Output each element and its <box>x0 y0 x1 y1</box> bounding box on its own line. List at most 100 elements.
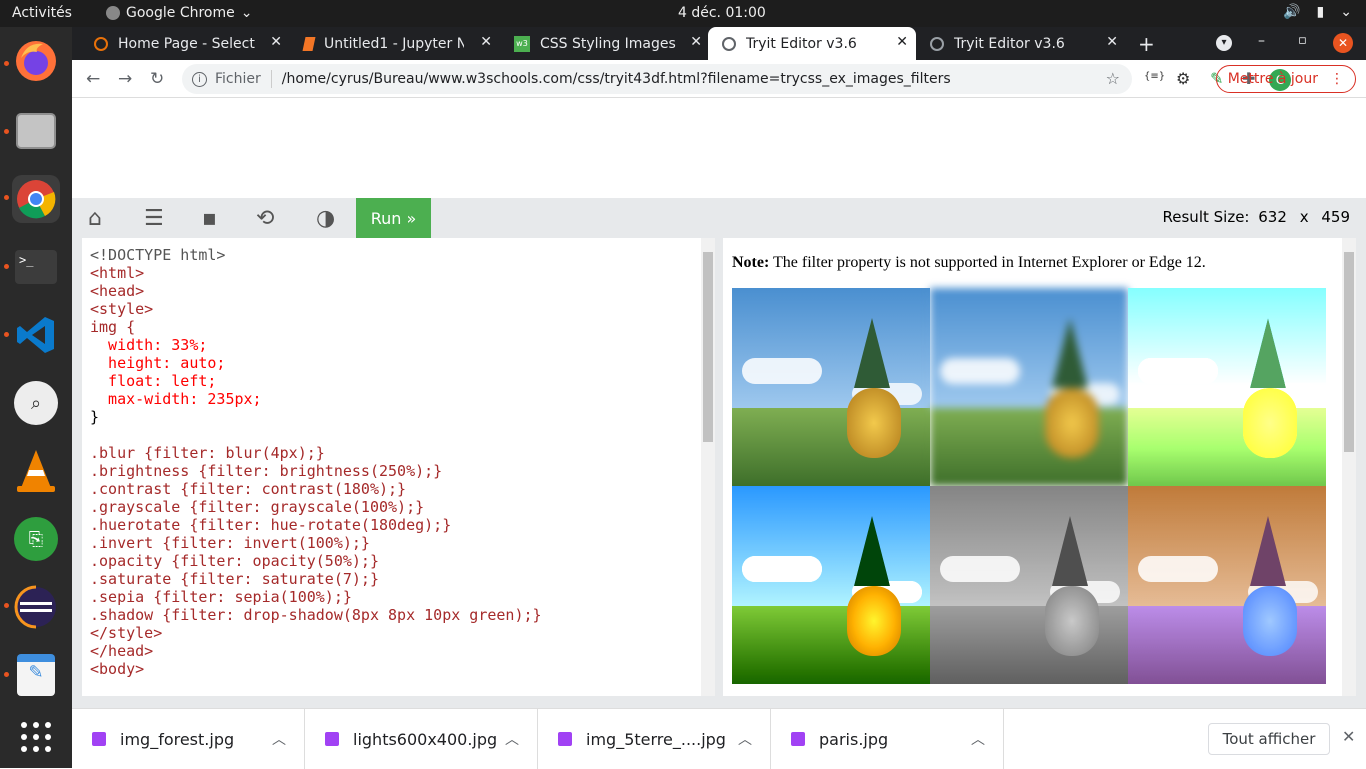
download-item[interactable]: lights600x400.jpg ︿ <box>305 709 538 769</box>
files-icon[interactable] <box>12 107 60 155</box>
tab-css-styling-images[interactable]: w3 CSS Styling Images ✕ <box>500 27 710 60</box>
globe-icon <box>930 36 944 51</box>
code-line: img { <box>90 318 136 336</box>
chrome-icon[interactable] <box>12 175 60 223</box>
code-line: float: left; <box>90 372 217 390</box>
url-field[interactable]: i Fichier /home/cyrus/Bureau/www.w3schoo… <box>182 64 1132 94</box>
code-line: .invert {filter: invert(100%);} <box>90 534 370 552</box>
pineapple-image-contrast <box>732 486 930 684</box>
update-label: Mettre à jour <box>1227 71 1318 87</box>
chevron-up-icon[interactable]: ︿ <box>738 729 752 749</box>
clock[interactable]: 4 déc. 01:00 <box>678 5 766 21</box>
save-icon[interactable]: ▪ <box>202 206 217 231</box>
new-tab-button[interactable]: + <box>1138 32 1155 56</box>
scrollbar-thumb[interactable] <box>1344 252 1354 452</box>
image-file-icon <box>325 732 339 746</box>
tab-search-icon[interactable]: ▾ <box>1216 35 1232 51</box>
code-editor[interactable]: <!DOCTYPE html> <html> <head> <style> img { … <box>82 238 715 696</box>
chevron-up-icon[interactable]: ︿ <box>272 729 286 749</box>
system-tray[interactable]: 🔊 ▮ ⌄ <box>1283 4 1352 20</box>
download-item[interactable]: img_5terre_....jpg ︿ <box>538 709 771 769</box>
code-line: .brightness {filter: brightness(250%);} <box>90 462 443 480</box>
pineapple-image <box>732 288 930 486</box>
run-button[interactable]: Run » <box>356 198 431 238</box>
cloud-icon[interactable]: ⎘ <box>12 515 60 563</box>
json-extension-icon[interactable]: {≡} <box>1144 71 1165 82</box>
battery-icon: ▮ <box>1316 4 1325 20</box>
close-tab-icon[interactable]: ✕ <box>480 34 492 50</box>
pineapple-image-brightness <box>1128 288 1326 486</box>
firefox-icon[interactable] <box>12 37 60 85</box>
download-item[interactable]: img_forest.jpg ︿ <box>72 709 305 769</box>
app-menu[interactable]: Google Chrome ⌄ <box>106 5 252 21</box>
running-indicator <box>4 129 9 134</box>
vlc-icon[interactable] <box>12 447 60 495</box>
code-line: .saturate {filter: saturate(7);} <box>90 570 379 588</box>
code-line: <!DOCTYPE html> <box>90 246 226 264</box>
result-size: Result Size: 632 x 459 <box>1163 208 1350 226</box>
code-line: <head> <box>90 282 145 300</box>
activities-button[interactable]: Activités <box>12 5 72 21</box>
extension-icon[interactable]: ⚙ <box>1176 69 1190 88</box>
tab-jupyter[interactable]: Untitled1 - Jupyter No ✕ <box>290 27 500 60</box>
dock: >_ ⌕ ⎘ ✎ <box>0 27 72 768</box>
code-line: .huerotate {filter: hue-rotate(180deg);} <box>90 516 452 534</box>
tab-tryit-editor-active[interactable]: Tryit Editor v3.6 ✕ <box>708 27 916 60</box>
result-times: x <box>1299 208 1309 226</box>
ad-area <box>72 98 1366 198</box>
chevron-up-icon[interactable]: ︿ <box>971 729 985 749</box>
url-text: /home/cyrus/Bureau/www.w3schools.com/css… <box>281 71 951 87</box>
text-editor-icon[interactable]: ✎ <box>12 651 60 699</box>
tab-home-page[interactable]: Home Page - Select or ✕ <box>80 27 290 60</box>
forward-icon[interactable]: → <box>118 69 132 89</box>
scrollbar-thumb[interactable] <box>703 252 713 442</box>
code-line: height: auto; <box>90 354 226 372</box>
chevron-down-icon: ⌄ <box>240 5 253 21</box>
running-indicator <box>4 264 9 269</box>
close-window-icon[interactable]: ✕ <box>1333 33 1353 53</box>
eclipse-icon[interactable] <box>12 583 60 631</box>
image-file-icon <box>92 732 106 746</box>
info-icon[interactable]: i <box>192 71 207 87</box>
chevron-up-icon[interactable]: ︿ <box>505 729 519 749</box>
magnifier-icon[interactable]: ⌕ <box>12 379 60 427</box>
filter-note: Note: The filter property is not support… <box>732 254 1206 272</box>
pineapple-image-blur <box>930 288 1128 486</box>
tab-title: Home Page - Select or <box>118 35 258 52</box>
show-all-downloads-button[interactable]: Tout afficher <box>1208 723 1330 755</box>
close-tab-icon[interactable]: ✕ <box>690 34 702 50</box>
app-grid-icon[interactable] <box>12 713 60 761</box>
minimize-icon[interactable]: – <box>1258 33 1265 49</box>
result-frame[interactable]: Note: The filter property is not support… <box>723 238 1356 696</box>
code-line: max-width: 235px; <box>90 390 262 408</box>
tab-tryit-editor[interactable]: Tryit Editor v3.6 ✕ <box>916 27 1126 60</box>
bookmark-star-icon[interactable]: ☆ <box>1106 69 1120 88</box>
tab-strip: Home Page - Select or ✕ Untitled1 - Jupy… <box>72 27 1366 60</box>
editor-toolbar: ⌂ ☰ ▪ ⟲ ◑ Run » Result Size: 632 x 459 <box>72 198 1366 238</box>
running-indicator <box>4 61 9 66</box>
close-tab-icon[interactable]: ✕ <box>1106 34 1118 50</box>
terminal-icon[interactable]: >_ <box>12 243 60 291</box>
code-line: .shadow {filter: drop-shadow(8px 8px 10p… <box>90 606 542 624</box>
close-tab-icon[interactable]: ✕ <box>896 34 908 50</box>
vscode-icon[interactable] <box>12 311 60 359</box>
update-button[interactable]: Mettre à jour ⋮ <box>1215 65 1356 93</box>
pineapple-image-grayscale <box>930 486 1128 684</box>
code-line: </style> <box>90 624 163 642</box>
menu-icon[interactable]: ☰ <box>144 206 164 231</box>
close-download-bar-icon[interactable]: ✕ <box>1342 727 1355 746</box>
reload-icon[interactable]: ↻ <box>150 69 164 89</box>
running-indicator <box>4 195 9 200</box>
rotate-orientation-icon[interactable]: ⟲ <box>256 206 274 231</box>
theme-toggle-icon[interactable]: ◑ <box>316 206 335 231</box>
close-tab-icon[interactable]: ✕ <box>270 34 282 50</box>
pineapple-image-huerotate <box>1128 486 1326 684</box>
home-icon[interactable]: ⌂ <box>88 206 102 231</box>
download-item[interactable]: paris.jpg ︿ <box>771 709 1004 769</box>
globe-icon <box>722 36 736 51</box>
code-line: <body> <box>90 660 145 678</box>
back-icon[interactable]: ← <box>86 69 100 89</box>
w3-icon: w3 <box>514 35 530 52</box>
maximize-icon[interactable]: ▫ <box>1298 33 1307 48</box>
